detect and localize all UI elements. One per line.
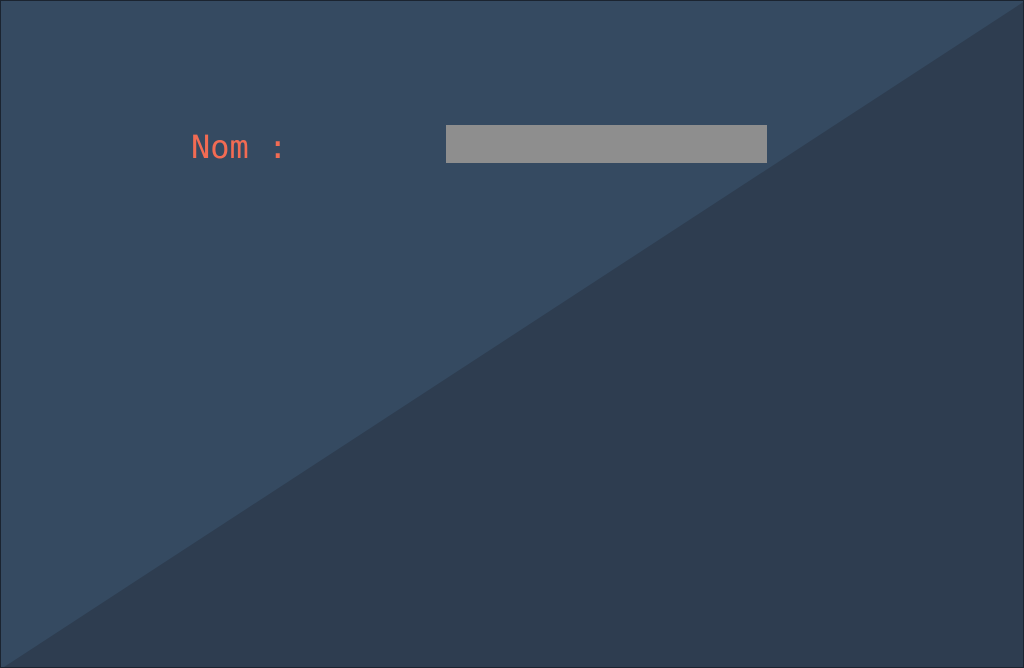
name-input[interactable] <box>446 125 767 163</box>
background-diagonal <box>1 1 1023 667</box>
name-label: Nom : <box>191 128 288 166</box>
app-screen: Nom : <box>0 0 1024 668</box>
